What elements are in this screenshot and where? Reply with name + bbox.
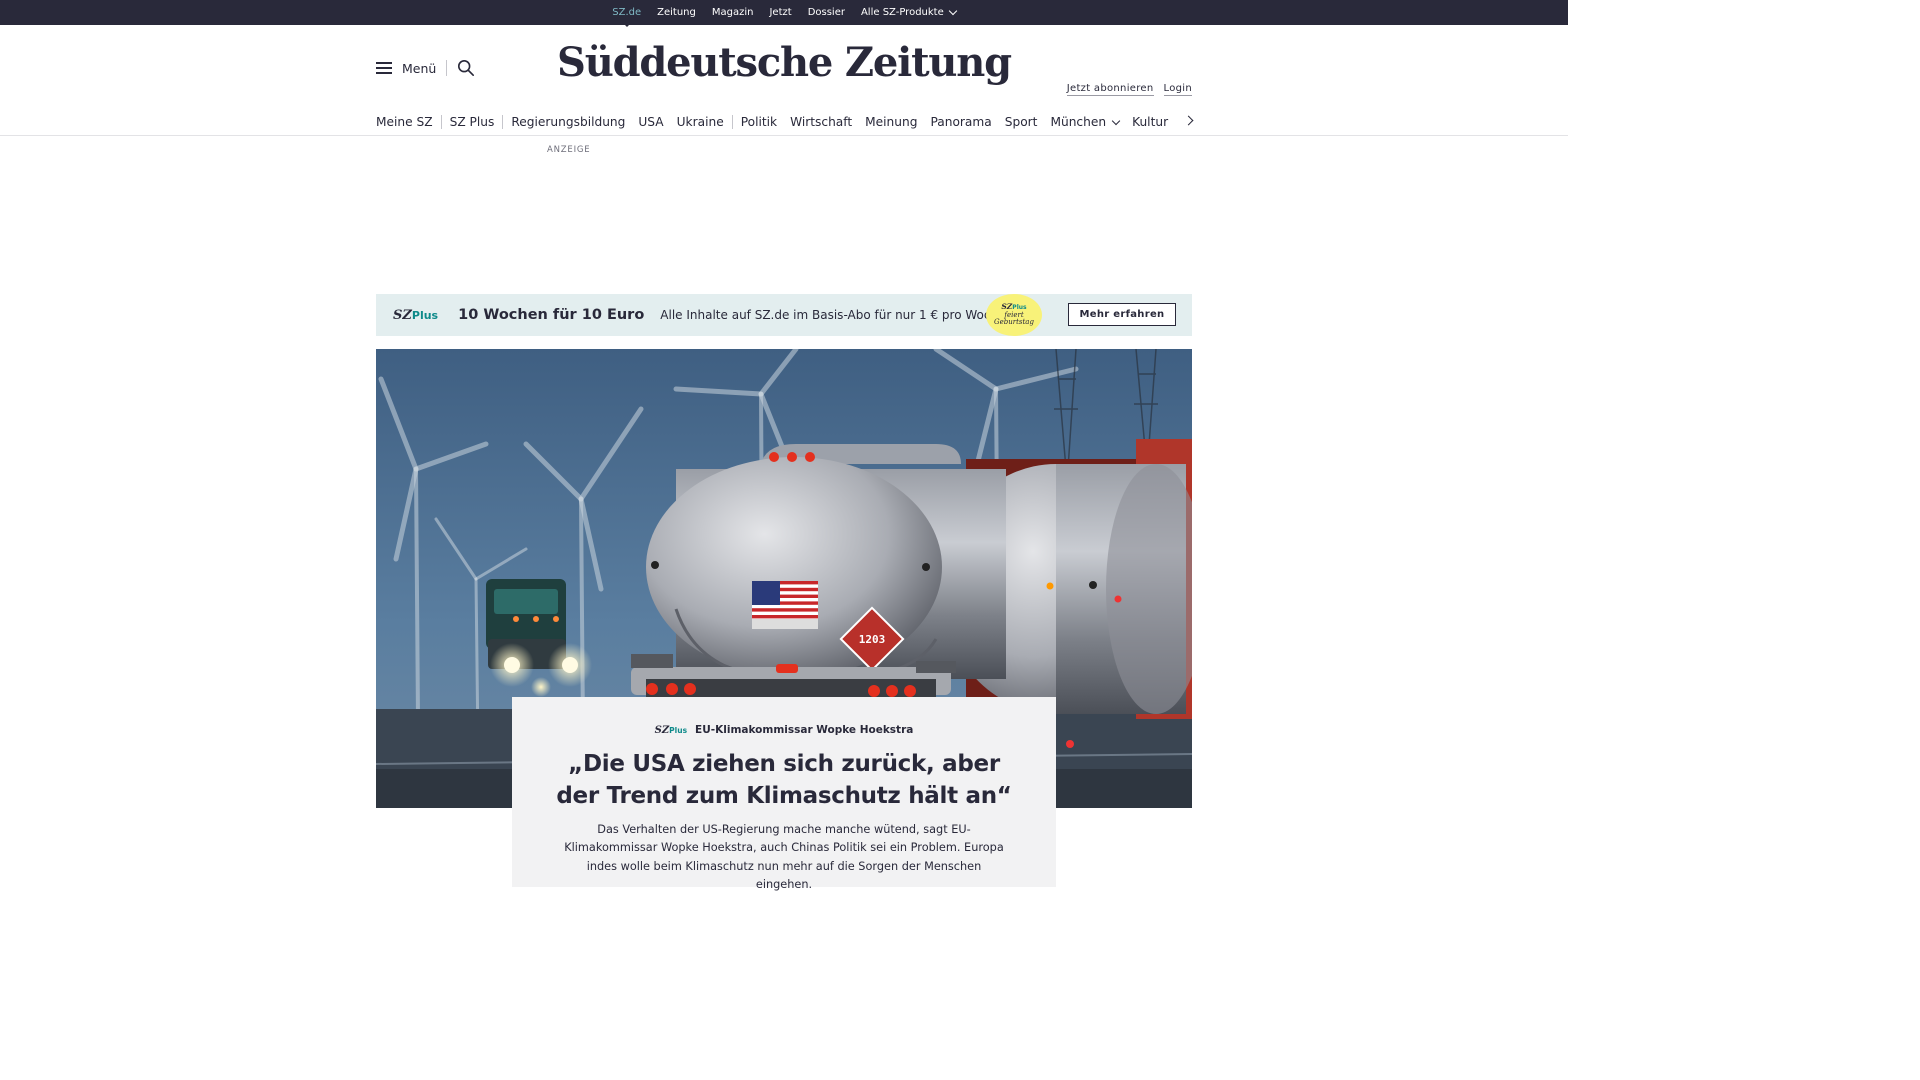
all-products-label: Alle SZ-Produkte <box>860 7 944 18</box>
search-icon[interactable] <box>457 59 475 77</box>
menu-button[interactable]: Menü <box>402 61 436 76</box>
nav-item-meinung[interactable]: Meinung <box>865 115 917 129</box>
badge-logo-sz: SZ <box>1001 302 1013 312</box>
nav-item-sport[interactable]: Sport <box>1005 115 1038 129</box>
birthday-badge: SZPlus feiert Geburtstag <box>986 294 1042 336</box>
header-account-links: Jetzt abonnieren Login <box>1066 83 1192 96</box>
article-teaser[interactable]: SZPlus EU-Klimakommissar Wopke Hoekstra … <box>512 697 1056 891</box>
hazard-placard-number: 1203 <box>859 633 886 646</box>
chevron-right-icon[interactable] <box>1183 115 1194 126</box>
nav-item-wirtschaft[interactable]: Wirtschaft <box>790 115 852 129</box>
chevron-down-icon <box>948 6 957 16</box>
nav-item-meine-sz[interactable]: Meine SZ <box>376 115 442 129</box>
topbar-link-dossier[interactable]: Dossier <box>808 7 845 18</box>
nav-item-politik[interactable]: Politik <box>741 115 777 129</box>
teaser-kicker: SZPlus EU-Klimakommissar Wopke Hoekstra <box>512 724 1056 736</box>
topbar-link-all-products[interactable]: Alle SZ-Produkte <box>860 6 957 18</box>
nav-item-usa[interactable]: USA <box>638 115 663 129</box>
promo-title: 10 Wochen für 10 Euro <box>458 307 645 323</box>
badge-line-2: Geburtstag <box>994 318 1034 327</box>
kicker-logo-sz: SZ <box>654 724 670 736</box>
sz-plus-logo: SZPlus <box>393 308 438 323</box>
nav-item-kultur[interactable]: Kultur <box>1132 115 1168 129</box>
teaser-kicker-text: EU-Klimakommissar Wopke Hoekstra <box>695 724 914 736</box>
top-utility-bar: SZ.de Zeitung Magazin Jetzt Dossier Alle… <box>0 0 1568 25</box>
topbar-link-sz-de[interactable]: SZ.de <box>612 7 641 18</box>
nav-item-ukraine[interactable]: Ukraine <box>677 115 733 129</box>
chevron-down-icon <box>1111 116 1121 125</box>
topbar-link-jetzt[interactable]: Jetzt <box>769 7 791 18</box>
hamburger-menu-icon[interactable] <box>376 62 392 74</box>
badge-logo-plus: Plus <box>1012 304 1027 312</box>
teaser-lead: Das Verhalten der US-Regierung mache man… <box>564 823 1004 891</box>
topbar-link-magazin[interactable]: Magazin <box>712 7 754 18</box>
site-logo[interactable]: Süddeutsche Zeitung <box>557 39 1012 86</box>
sz-plus-logo: SZPlus <box>655 725 687 736</box>
kicker-logo-plus: Plus <box>669 725 688 735</box>
subscribe-link[interactable]: Jetzt abonnieren <box>1066 83 1154 96</box>
ad-label: ANZEIGE <box>547 145 591 155</box>
nav-item-sz-plus[interactable]: SZ Plus <box>450 115 504 129</box>
learn-more-button[interactable]: Mehr erfahren <box>1068 303 1176 326</box>
site-header: Menü Süddeutsche Zeitung Jetzt abonniere… <box>0 25 1568 110</box>
nav-item-panorama[interactable]: Panorama <box>930 115 991 129</box>
nav-item-muenchen[interactable]: München <box>1050 115 1121 129</box>
header-left-tools: Menü <box>376 59 475 77</box>
login-link[interactable]: Login <box>1163 83 1192 96</box>
divider <box>446 60 448 76</box>
sz-plus-logo-plus: Plus <box>411 308 439 322</box>
teaser-headline[interactable]: „Die USA ziehen sich zurück, aber der Tr… <box>549 748 1019 812</box>
section-nav: Meine SZ SZ Plus Regierungsbildung USA U… <box>0 110 1568 136</box>
nav-item-regierungsbildung[interactable]: Regierungsbildung <box>511 115 625 129</box>
promo-text: Alle Inhalte auf SZ.de im Basis-Abo für … <box>660 308 1010 322</box>
sz-plus-logo-sz: SZ <box>393 307 412 323</box>
promo-banner: SZPlus 10 Wochen für 10 Euro Alle Inhalt… <box>376 294 1192 336</box>
topbar-link-zeitung[interactable]: Zeitung <box>657 7 696 18</box>
nav-item-muenchen-label: München <box>1050 115 1107 129</box>
